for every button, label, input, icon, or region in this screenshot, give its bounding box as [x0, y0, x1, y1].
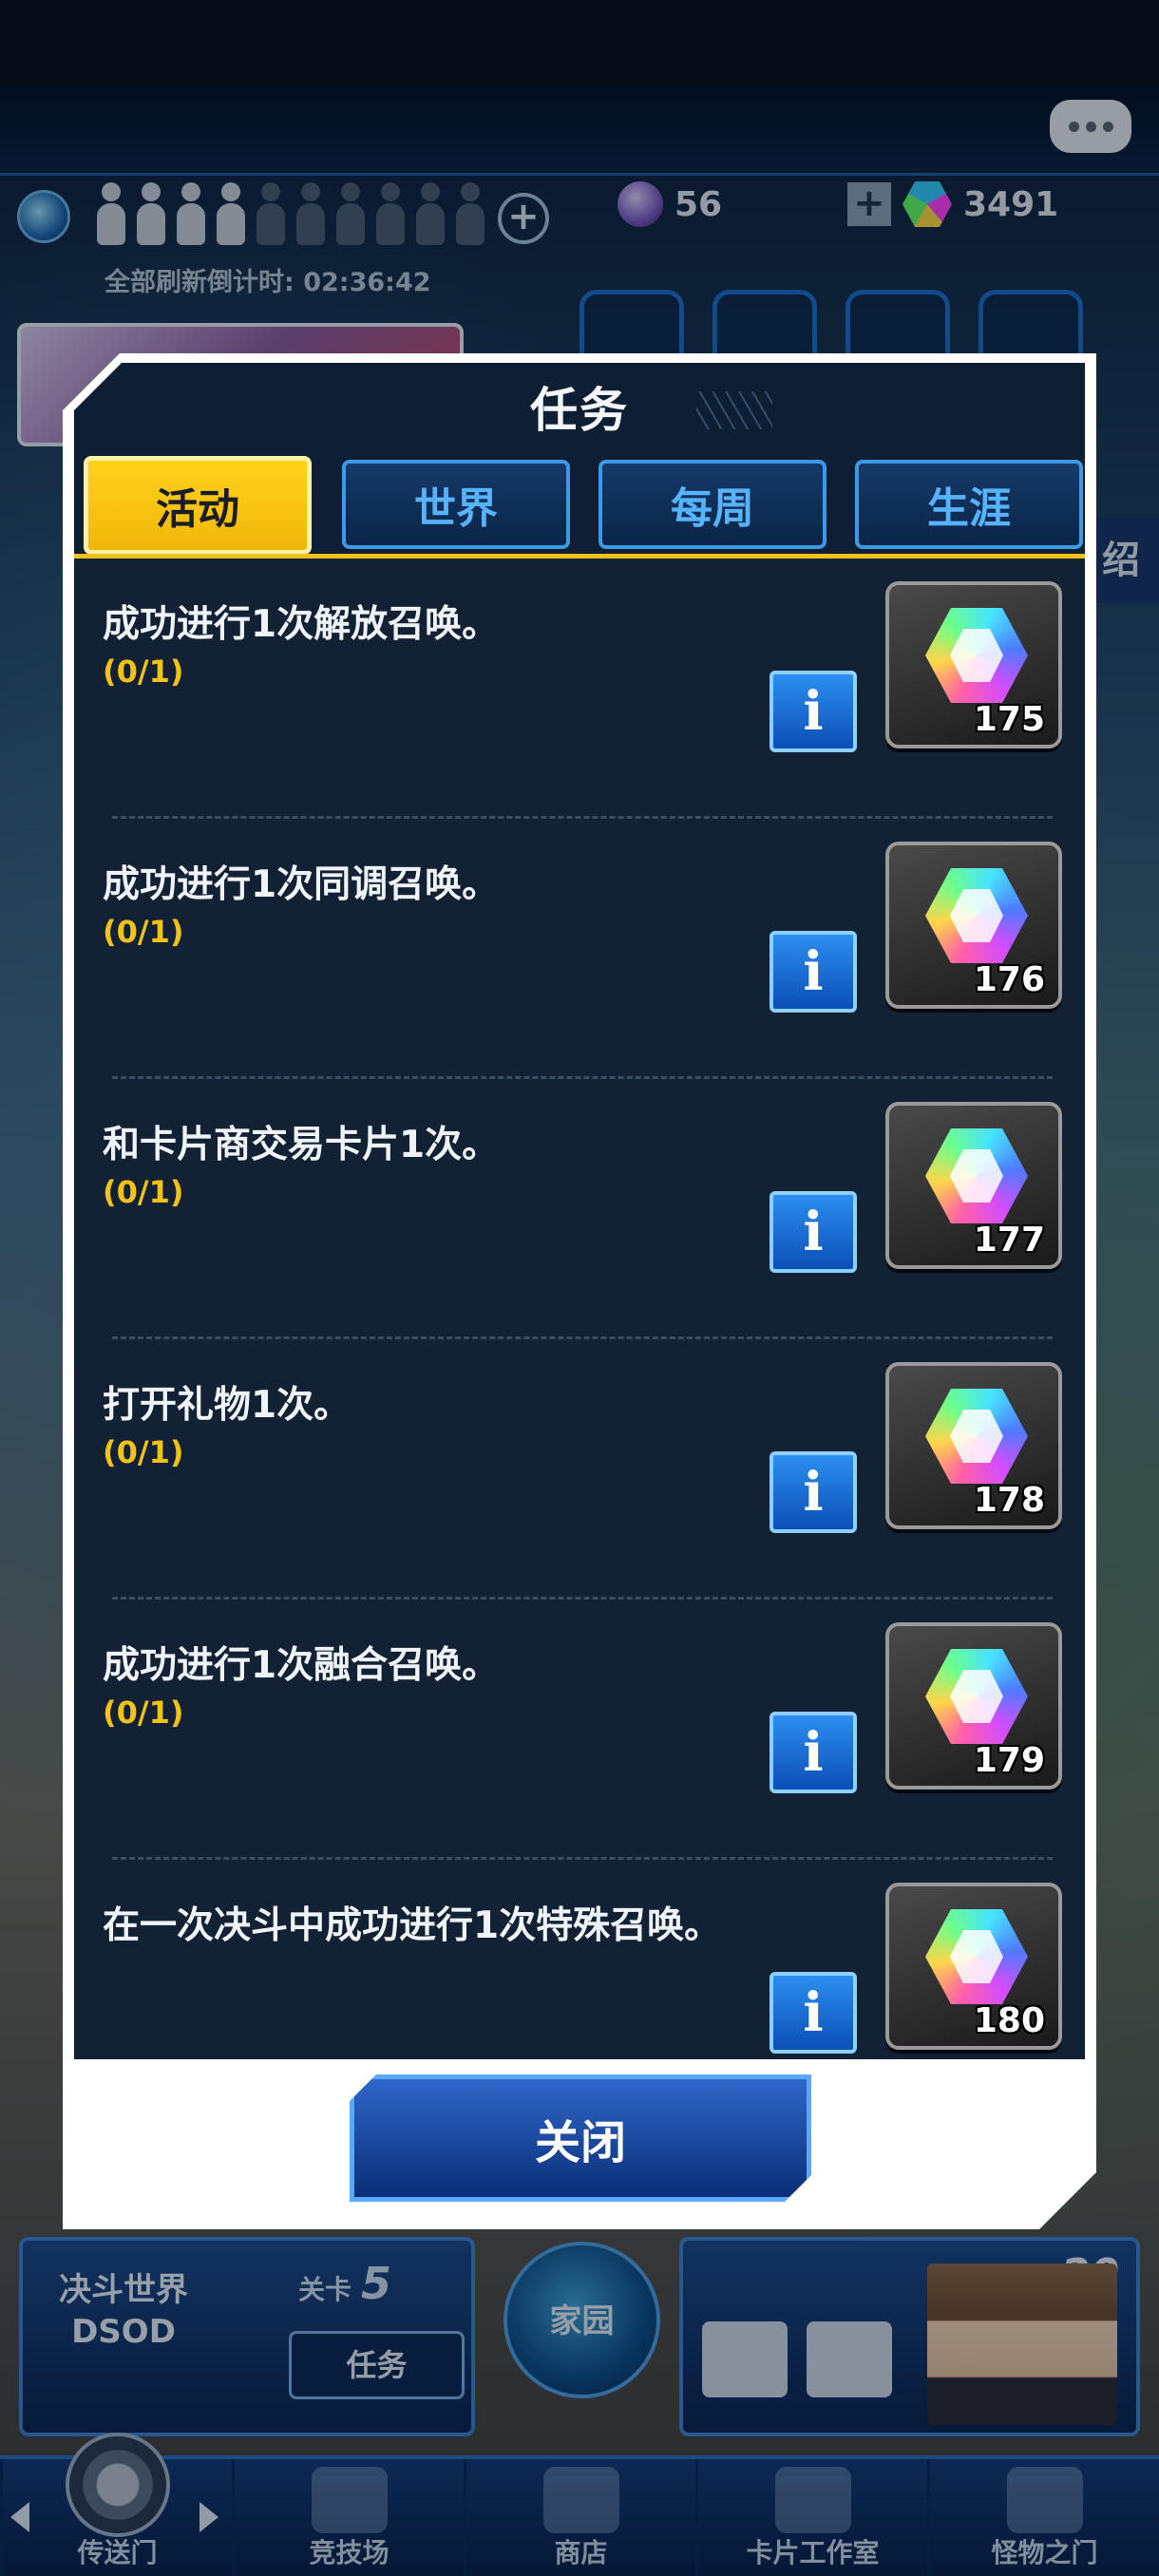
mission-tabs: 活动 世界 每周 生涯: [74, 446, 1085, 559]
mission-progress: (0/1): [103, 1174, 184, 1210]
reward-box: 176: [885, 842, 1062, 1009]
gem-icon: [925, 1909, 1028, 2004]
reward-quantity: 180: [973, 2001, 1045, 2040]
tab-career[interactable]: 生涯: [855, 460, 1083, 549]
tab-weekly[interactable]: 每周: [598, 460, 826, 549]
dialog-header: 任务: [74, 363, 1085, 446]
mission-title: 打开礼物1次。: [103, 1384, 352, 1427]
mission-title: 和卡片商交易卡片1次。: [103, 1124, 500, 1166]
reward-box: 180: [885, 1883, 1062, 2050]
gem-icon: [925, 1389, 1028, 1484]
mission-progress: (0/1): [103, 914, 184, 950]
reward-quantity: 179: [973, 1741, 1045, 1780]
mission-progress: (0/1): [103, 653, 184, 690]
mission-progress: (0/1): [103, 1695, 184, 1731]
gem-icon: [925, 1649, 1028, 1744]
info-button[interactable]: i: [770, 1712, 857, 1793]
info-button[interactable]: i: [770, 931, 857, 1013]
mission-dialog: 任务 活动 世界 每周 生涯 成功进行1次解放召唤。 (0/1) i 175 成…: [63, 353, 1096, 2229]
mission-title: 在一次决斗中成功进行1次特殊召唤。: [103, 1904, 722, 1947]
mission-item: 和卡片商交易卡片1次。 (0/1) i 177: [74, 1079, 1085, 1339]
reward-box: 179: [885, 1622, 1062, 1790]
reward-quantity: 178: [973, 1481, 1045, 1520]
mission-list[interactable]: 成功进行1次解放召唤。 (0/1) i 175 成功进行1次同调召唤。 (0/1…: [74, 559, 1085, 2059]
gem-icon: [925, 868, 1028, 963]
gem-icon: [925, 1128, 1028, 1223]
mission-item: 成功进行1次同调召唤。 (0/1) i 176: [74, 819, 1085, 1079]
mission-item: 打开礼物1次。 (0/1) i 178: [74, 1339, 1085, 1600]
reward-quantity: 176: [973, 960, 1045, 999]
tab-event[interactable]: 活动: [84, 456, 312, 555]
mission-title: 成功进行1次融合召唤。: [103, 1644, 500, 1687]
mission-title: 成功进行1次解放召唤。: [103, 603, 500, 646]
mission-item: 成功进行1次融合召唤。 (0/1) i 179: [74, 1600, 1085, 1860]
reward-quantity: 177: [973, 1221, 1045, 1260]
info-button[interactable]: i: [770, 671, 857, 752]
dialog-title: 任务: [530, 383, 629, 438]
tab-world[interactable]: 世界: [342, 460, 570, 549]
reward-box: 178: [885, 1362, 1062, 1529]
mission-progress: (0/1): [103, 1434, 184, 1470]
close-button[interactable]: 关闭: [350, 2074, 811, 2202]
gem-icon: [925, 608, 1028, 703]
reward-box: 177: [885, 1102, 1062, 1269]
reward-quantity: 175: [973, 700, 1045, 739]
mission-item: 在一次决斗中成功进行1次特殊召唤。 i 180: [74, 1860, 1085, 2059]
mission-item: 成功进行1次解放召唤。 (0/1) i 175: [74, 559, 1085, 819]
info-button[interactable]: i: [770, 1191, 857, 1273]
mission-title: 成功进行1次同调召唤。: [103, 863, 500, 906]
hexagon-pattern-icon: [696, 391, 772, 429]
reward-box: 175: [885, 581, 1062, 748]
info-button[interactable]: i: [770, 1451, 857, 1533]
info-button[interactable]: i: [770, 1972, 857, 2054]
